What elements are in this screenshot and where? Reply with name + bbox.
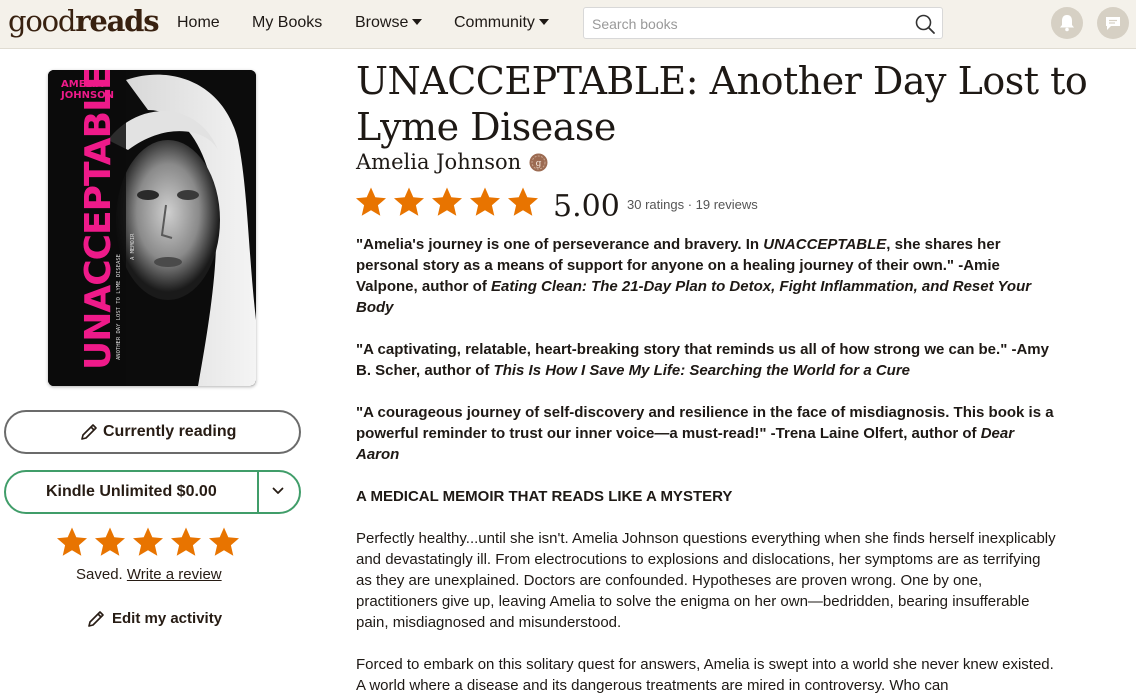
description-heading: A MEDICAL MEMOIR THAT READS LIKE A MYSTE… — [356, 488, 733, 505]
star-icon — [508, 187, 538, 216]
rate-star-icon[interactable] — [132, 526, 164, 558]
buy-options-dropdown[interactable] — [259, 472, 299, 512]
star-icon — [356, 187, 386, 216]
description-paragraph: Forced to embark on this solitary quest … — [356, 656, 1054, 694]
nav-community[interactable]: Community — [454, 14, 549, 32]
pencil-icon — [81, 424, 97, 440]
search-box — [583, 7, 943, 39]
currently-reading-button[interactable]: Currently reading — [4, 410, 301, 454]
chevron-down-icon — [272, 487, 284, 494]
description-paragraph: Perfectly healthy...until she isn't. Ame… — [356, 530, 1056, 631]
kindle-unlimited-button-group: Kindle Unlimited $0.00 — [4, 470, 301, 514]
description-paragraph: "A captivating, relatable, heart-breakin… — [356, 341, 1049, 379]
caret-down-icon — [538, 19, 549, 25]
caret-down-icon — [412, 19, 423, 25]
book-cover-art: UNACCEPTABLE AMELIA JOHNSON ANOTHER DAY … — [48, 70, 256, 386]
book-description: "Amelia's journey is one of perseverance… — [356, 234, 1056, 700]
top-navigation-bar: goodreads Home My Books Browse Community — [0, 0, 1136, 49]
goodreads-author-badge-icon: g — [529, 153, 548, 172]
bell-icon — [1060, 15, 1074, 32]
svg-text:AMELIA: AMELIA — [61, 79, 104, 90]
svg-text:A MEMOIR: A MEMOIR — [130, 233, 136, 260]
messages-button[interactable] — [1097, 7, 1129, 39]
saved-text: Saved. — [76, 566, 123, 583]
star-icon — [432, 187, 462, 216]
average-rating-stars — [355, 186, 540, 220]
edit-activity-label: Edit my activity — [112, 610, 223, 627]
rate-star-icon[interactable] — [170, 526, 202, 558]
notifications-button[interactable] — [1051, 7, 1083, 39]
ratings-reviews-count[interactable]: 30 ratings · 19 reviews — [627, 197, 758, 212]
author-name[interactable]: Amelia Johnson — [356, 150, 521, 174]
chat-bubble-icon — [1106, 17, 1120, 30]
svg-text:JOHNSON: JOHNSON — [60, 90, 114, 101]
nav-my-books[interactable]: My Books — [252, 14, 322, 32]
write-review-link[interactable]: Write a review — [127, 566, 222, 583]
book-title: UNACCEPTABLE: Another Day Lost to Lyme D… — [356, 59, 1088, 149]
goodreads-logo[interactable]: goodreads — [8, 4, 160, 38]
description-paragraph: "Amelia's journey is one of perseverance… — [356, 236, 1032, 316]
svg-text:UNACCEPTABLE: UNACCEPTABLE — [78, 70, 119, 370]
book-cover[interactable]: UNACCEPTABLE AMELIA JOHNSON ANOTHER DAY … — [48, 70, 256, 386]
pencil-icon — [88, 611, 104, 627]
nav-home[interactable]: Home — [177, 14, 220, 32]
kindle-unlimited-label: Kindle Unlimited $0.00 — [46, 483, 217, 500]
rate-star-icon[interactable] — [208, 526, 240, 558]
svg-text:g: g — [536, 159, 542, 169]
kindle-unlimited-button[interactable]: Kindle Unlimited $0.00 — [6, 472, 258, 512]
svg-text:ANOTHER DAY LOST TO LYME DISEA: ANOTHER DAY LOST TO LYME DISEASE — [116, 254, 122, 360]
average-rating-value: 5.00 — [553, 189, 620, 224]
search-input[interactable] — [592, 14, 912, 34]
saved-review-line: Saved. Write a review — [76, 566, 222, 583]
star-icon — [394, 187, 424, 216]
star-icon — [470, 187, 500, 216]
user-rating-stars — [56, 526, 246, 558]
currently-reading-label: Currently reading — [103, 423, 237, 440]
search-icon[interactable] — [914, 13, 936, 35]
rate-star-icon[interactable] — [56, 526, 88, 558]
description-paragraph: "A courageous journey of self-discovery … — [356, 404, 1054, 463]
rate-star-icon[interactable] — [94, 526, 126, 558]
nav-browse[interactable]: Browse — [355, 14, 423, 32]
